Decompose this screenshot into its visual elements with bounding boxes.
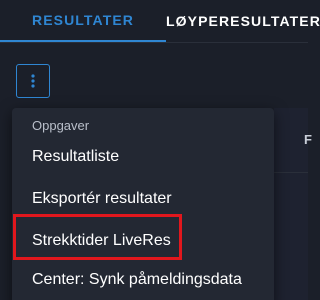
panel-header-fragment: F — [304, 132, 312, 147]
menu-item-strekktider-liveres[interactable]: Strekktider LiveRes — [32, 232, 171, 250]
tab-loyperesultater[interactable]: LØYPERESULTATER — [166, 0, 320, 42]
panel-divider — [274, 172, 308, 173]
more-options-button[interactable] — [16, 64, 50, 98]
menu-item-center-synk[interactable]: Center: Synk påmeldingsdata — [32, 271, 242, 289]
tab-bar: RESULTATER LØYPERESULTATER — [0, 0, 320, 42]
app-screen: RESULTATER LØYPERESULTATER F Oppgaver Re… — [0, 0, 320, 300]
menu-header: Oppgaver — [32, 118, 90, 133]
tab-bar-divider — [0, 42, 308, 43]
tab-resultater[interactable]: RESULTATER — [0, 0, 166, 42]
background-panel: F — [274, 108, 312, 300]
menu-item-eksporter-resultater[interactable]: Eksportér resultater — [32, 190, 172, 208]
more-vertical-icon — [31, 74, 35, 88]
tasks-menu: Oppgaver Resultatliste Eksportér resulta… — [12, 108, 274, 300]
menu-item-resultatliste[interactable]: Resultatliste — [32, 148, 119, 166]
